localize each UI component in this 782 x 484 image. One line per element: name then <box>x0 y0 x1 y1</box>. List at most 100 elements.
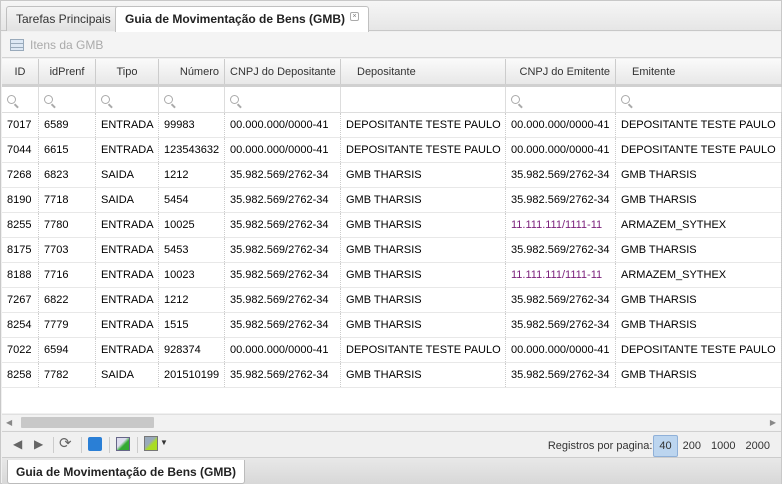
search-icon <box>44 95 53 104</box>
table-cell: GMB THARSIS <box>616 363 782 387</box>
table-cell: 7044 <box>2 138 39 162</box>
table-row[interactable]: 7017 6589 ENTRADA 99983 00.000.000/0000-41 DE… <box>2 113 782 138</box>
table-row[interactable]: 7268 6823 SAIDA 1212 35.982.569/2762-34 GMB T… <box>2 163 782 188</box>
filter-input[interactable] <box>616 87 782 112</box>
column-header[interactable]: Tipo <box>96 59 159 84</box>
table-row[interactable]: 8255 7780 ENTRADA 10025 35.982.569/2762-34 GM… <box>2 213 782 238</box>
table-cell: 00.000.000/0000-41 <box>506 113 616 137</box>
close-tab-icon[interactable]: × <box>350 12 360 21</box>
table-cell: 5454 <box>159 188 225 212</box>
column-header[interactable]: Emitente <box>616 59 782 84</box>
table-cell: 35.982.569/2762-34 <box>506 288 616 312</box>
table-cell: 8258 <box>2 363 39 387</box>
tab-gmb[interactable]: Guia de Movimentação de Bens (GMB) × <box>115 6 370 32</box>
next-page-icon[interactable]: ▶ <box>34 437 43 451</box>
table-cell: ENTRADA <box>96 238 159 262</box>
table-cell: SAIDA <box>96 188 159 212</box>
table-cell: DEPOSITANTE TESTE PAULO <box>341 138 506 162</box>
column-header[interactable]: Depositante <box>341 59 506 84</box>
table-cell: 7267 <box>2 288 39 312</box>
table-cell: 7716 <box>39 263 96 287</box>
filter-input[interactable] <box>2 87 39 112</box>
filter-input[interactable] <box>506 87 616 112</box>
filter-input[interactable] <box>225 87 341 112</box>
bottom-tab-gmb[interactable]: Guia de Movimentação de Bens (GMB) <box>7 460 246 484</box>
export-icon[interactable] <box>144 436 158 451</box>
table-cell: 8255 <box>2 213 39 237</box>
table-row[interactable]: 8175 7703 ENTRADA 5453 35.982.569/2762-34 GMB… <box>2 238 782 263</box>
table-cell: 35.982.569/2762-34 <box>506 313 616 337</box>
table-cell: 7780 <box>39 213 96 237</box>
search-icon <box>7 95 16 104</box>
filter-input[interactable] <box>341 87 506 112</box>
table-cell: 35.982.569/2762-34 <box>225 263 341 287</box>
table-cell: 201510199 <box>159 363 225 387</box>
page-size-option[interactable]: 40 <box>653 435 678 457</box>
table-cell: DEPOSITANTE TESTE PAULO <box>341 338 506 362</box>
table-row[interactable]: 8254 7779 ENTRADA 1515 35.982.569/2762-34 GMB… <box>2 313 782 338</box>
column-header[interactable]: ID <box>2 59 39 84</box>
table-cell: 8188 <box>2 263 39 287</box>
table-cell: 00.000.000/0000-41 <box>225 338 341 362</box>
pager-toolbar: ◀ ▶ ⟳ ▼ Registros por pagina: 40 200 1000 2… <box>2 431 781 457</box>
prev-page-icon[interactable]: ◀ <box>13 437 22 451</box>
table-cell: 35.982.569/2762-34 <box>225 288 341 312</box>
filter-input[interactable] <box>96 87 159 112</box>
table-cell: 35.982.569/2762-34 <box>506 363 616 387</box>
refresh-icon[interactable]: ⟳ <box>59 434 72 452</box>
table-cell: 00.000.000/0000-41 <box>225 138 341 162</box>
table-row[interactable]: 7267 6822 ENTRADA 1212 35.982.569/2762-34 GMB… <box>2 288 782 313</box>
table-row[interactable]: 8258 7782 SAIDA 201510199 35.982.569/2762-34… <box>2 363 782 388</box>
search-icon <box>511 95 520 104</box>
chart-icon[interactable] <box>116 437 130 451</box>
search-icon <box>230 95 239 104</box>
search-icon <box>101 95 110 104</box>
column-header[interactable]: CNPJ do Emitente <box>506 59 616 84</box>
table-row[interactable]: 8188 7716 ENTRADA 10023 35.982.569/2762-34 GM… <box>2 263 782 288</box>
chevron-down-icon[interactable]: ▼ <box>160 438 168 447</box>
filter-input[interactable] <box>39 87 96 112</box>
top-tab-bar: Tarefas Principais Guia de Movimentação … <box>1 1 781 32</box>
table-cell: 35.982.569/2762-34 <box>506 238 616 262</box>
tab-label: Tarefas Principais <box>16 12 111 26</box>
search-icon[interactable] <box>88 437 102 451</box>
table-cell: GMB THARSIS <box>341 163 506 187</box>
filter-input[interactable] <box>159 87 225 112</box>
page-size-option[interactable]: 200 <box>678 436 706 456</box>
app-window: Tarefas Principais Guia de Movimentação … <box>0 0 782 484</box>
scrollbar-thumb[interactable] <box>21 417 154 428</box>
table-cell: 6822 <box>39 288 96 312</box>
table-cell: GMB THARSIS <box>616 163 782 187</box>
column-header[interactable]: idPrenf <box>39 59 96 84</box>
table-cell: 7017 <box>2 113 39 137</box>
table-cell: GMB THARSIS <box>341 238 506 262</box>
filter-row <box>2 87 782 113</box>
scroll-right-icon[interactable]: ▶ <box>770 418 776 427</box>
table-cell: DEPOSITANTE TESTE PAULO <box>616 138 782 162</box>
table-row[interactable]: 8190 7718 SAIDA 5454 35.982.569/2762-34 GMB T… <box>2 188 782 213</box>
table-cell: GMB THARSIS <box>341 363 506 387</box>
table-cell: GMB THARSIS <box>616 238 782 262</box>
table-cell: 35.982.569/2762-34 <box>225 313 341 337</box>
horizontal-scrollbar[interactable]: ◀ ▶ <box>2 414 781 430</box>
table-cell: 8254 <box>2 313 39 337</box>
table-cell: 35.982.569/2762-34 <box>225 163 341 187</box>
grid-title-bar: Itens da GMB <box>2 32 781 58</box>
page-size-option[interactable]: 1000 <box>706 436 740 456</box>
table-cell: 11.111.111/1111-11 <box>506 263 616 287</box>
table-cell: DEPOSITANTE TESTE PAULO <box>341 113 506 137</box>
table-cell: GMB THARSIS <box>616 288 782 312</box>
table-row[interactable]: 7022 6594 ENTRADA 928374 00.000.000/0000-41 D… <box>2 338 782 363</box>
tab-tarefas-principais[interactable]: Tarefas Principais <box>6 6 121 31</box>
table-cell: 1515 <box>159 313 225 337</box>
table-row[interactable]: 7044 6615 ENTRADA 123543632 00.000.000/0000-… <box>2 138 782 163</box>
column-header[interactable]: CNPJ do Depositante <box>225 59 341 84</box>
table-cell: 35.982.569/2762-34 <box>225 363 341 387</box>
page-size-option[interactable]: 2000 <box>741 436 775 456</box>
table-cell: GMB THARSIS <box>616 188 782 212</box>
table-cell: ENTRADA <box>96 263 159 287</box>
column-header[interactable]: Número <box>159 59 225 84</box>
table-cell: 1212 <box>159 163 225 187</box>
scroll-left-icon[interactable]: ◀ <box>6 418 12 427</box>
table-cell: GMB THARSIS <box>616 313 782 337</box>
